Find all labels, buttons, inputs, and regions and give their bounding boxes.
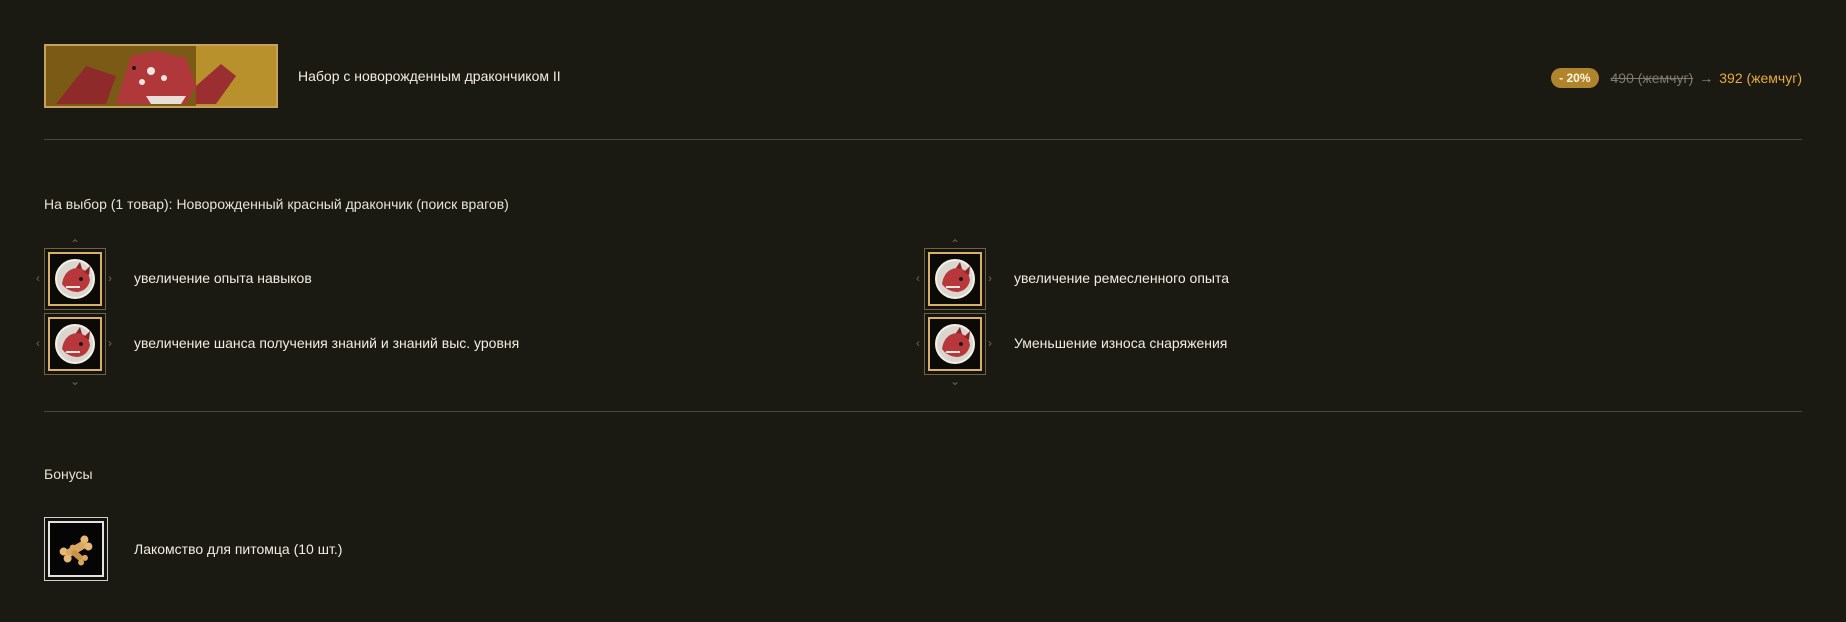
package-title: Набор с новорожденным дракончиком II <box>298 68 561 84</box>
option-label: увеличение опыта навыков <box>134 270 312 286</box>
price-block: - 20% 490 (жемчуг) → 392 (жемчуг) <box>1551 68 1802 88</box>
option-item[interactable]: ⌄ ‹ › Уменьшение износа снаряжения <box>916 313 1624 387</box>
divider <box>44 411 1802 412</box>
option-item[interactable]: ⌃ ‹ › увеличение опыта навыков <box>36 238 744 310</box>
option-slot <box>44 313 106 375</box>
option-label: Уменьшение износа снаряжения <box>1014 335 1228 351</box>
chevron-left-icon: ‹ <box>36 271 40 285</box>
bonus-item[interactable]: Лакомство для питомца (10 шт.) <box>44 517 744 581</box>
package-header: Набор с новорожденным дракончиком II - 2… <box>44 44 1802 108</box>
option-item[interactable]: ⌄ ‹ › увеличение шанса получения знаний … <box>36 313 744 387</box>
chevron-down-icon: ⌄ <box>70 374 81 388</box>
chevron-right-icon: › <box>108 336 112 350</box>
divider <box>44 139 1802 140</box>
package-detail: Набор с новорожденным дракончиком II - 2… <box>36 0 1802 622</box>
red-dragon-icon <box>928 252 982 306</box>
red-dragon-icon <box>48 252 102 306</box>
chevron-left-icon: ‹ <box>36 336 40 350</box>
discount-badge: - 20% <box>1551 68 1599 88</box>
option-slot <box>924 248 986 310</box>
bonus-label: Лакомство для питомца (10 шт.) <box>134 541 343 557</box>
package-banner-image <box>44 44 278 108</box>
pet-treat-icon <box>48 521 104 577</box>
option-slot <box>44 248 106 310</box>
chevron-left-icon: ‹ <box>916 271 920 285</box>
option-label: увеличение шанса получения знаний и знан… <box>134 335 520 351</box>
chevron-right-icon: › <box>108 271 112 285</box>
chevron-right-icon: › <box>988 271 992 285</box>
bonus-section-label: Бонусы <box>44 466 93 482</box>
option-item[interactable]: ⌃ ‹ › увеличение ремесленного опыта <box>916 238 1624 310</box>
old-price: 490 (жемчуг) <box>1610 70 1694 86</box>
red-dragon-icon <box>48 317 102 371</box>
red-dragon-icon <box>928 317 982 371</box>
option-label: увеличение ремесленного опыта <box>1014 270 1230 286</box>
option-slot <box>924 313 986 375</box>
choice-section-label: На выбор (1 товар): Новорожденный красны… <box>44 196 509 212</box>
chevron-left-icon: ‹ <box>916 336 920 350</box>
chevron-down-icon: ⌄ <box>950 374 961 388</box>
bonus-slot <box>44 517 108 581</box>
price-arrow: → <box>1699 70 1714 86</box>
chevron-right-icon: › <box>988 336 992 350</box>
new-price: 392 (жемчуг) <box>1719 70 1802 86</box>
